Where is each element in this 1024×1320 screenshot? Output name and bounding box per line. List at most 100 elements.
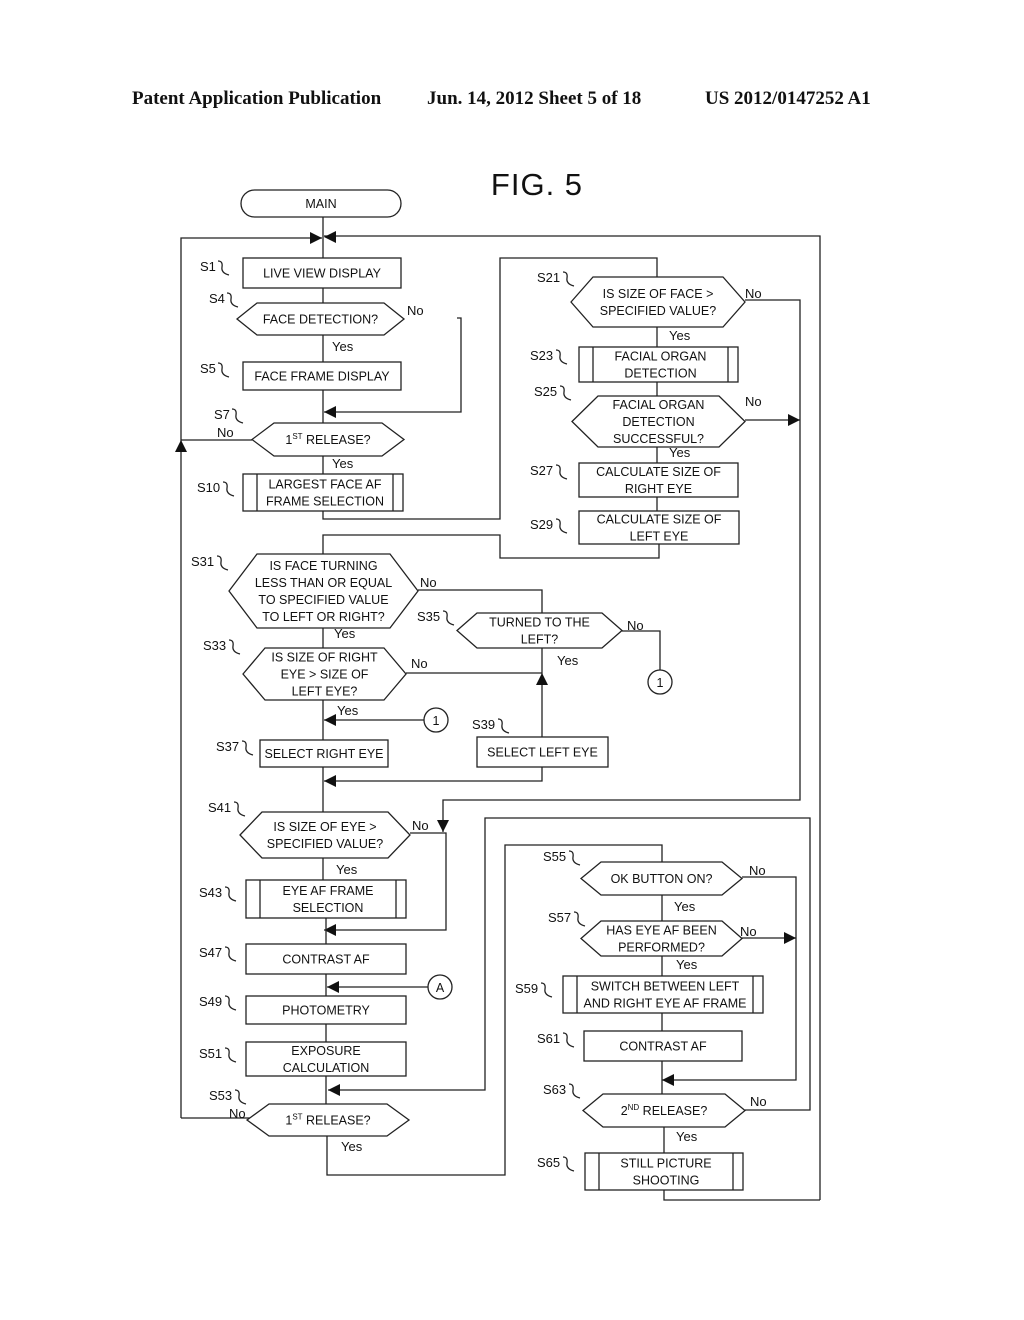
step-label-s55: S55 [543, 849, 566, 864]
terminator-label: MAIN [305, 197, 336, 211]
step-label-s43: S43 [199, 885, 222, 900]
step-text: PHOTOMETRY [282, 1004, 370, 1018]
step-text: SPECIFIED VALUE? [267, 837, 384, 851]
leader-line [497, 718, 510, 734]
leader-line [241, 740, 254, 756]
leader-line [559, 385, 572, 401]
arrowhead-right-icon [784, 932, 796, 944]
leader-line [234, 1089, 247, 1105]
yes-label: Yes [341, 1139, 363, 1154]
step-text: FACIAL ORGAN [613, 398, 705, 412]
step-text: FACIAL ORGAN [615, 350, 707, 364]
flow-shapes: MAIN LIVE VIEW DISPLAY S1 FACE DETECTION? S4… [191, 189, 767, 1191]
step-text: FRAME SELECTION [266, 495, 384, 509]
leader-line [568, 850, 581, 866]
step-text: LEFT EYE? [292, 685, 358, 699]
step-label-s35: S35 [417, 609, 440, 624]
connector-label: 1 [433, 714, 440, 728]
step-label-s37: S37 [216, 739, 239, 754]
step-label-s53: S53 [209, 1088, 232, 1103]
step-label-s29: S29 [530, 517, 553, 532]
step-label-s63: S63 [543, 1082, 566, 1097]
yes-label: Yes [669, 328, 691, 343]
step-text: TURNED TO THE [489, 616, 590, 630]
step-label-s27: S27 [530, 463, 553, 478]
flow-line [324, 767, 543, 782]
step-text: SPECIFIED VALUE? [600, 304, 717, 318]
connector-label: 1 [657, 676, 664, 690]
step-text: LIVE VIEW DISPLAY [263, 267, 382, 281]
step-text: DETECTION [622, 415, 694, 429]
step-label-s1: S1 [200, 259, 216, 274]
leader-line [224, 886, 237, 902]
step-label-s7: S7 [214, 407, 230, 422]
no-label: No [412, 818, 429, 833]
leader-line [555, 464, 568, 480]
leader-line [562, 1032, 575, 1048]
leader-line [224, 995, 237, 1011]
step-text: OK BUTTON ON? [611, 872, 713, 886]
no-label: No [411, 656, 428, 671]
step-text: LEFT EYE [630, 530, 689, 544]
step-text: AND RIGHT EYE AF FRAME [584, 997, 747, 1011]
step-text: TO LEFT OR RIGHT? [262, 610, 385, 624]
decision-hexagon [570, 276, 746, 328]
step-s41 [239, 811, 411, 859]
leader-line [562, 271, 575, 287]
step-text: LESS THAN OR EQUAL [255, 576, 392, 590]
step-text: CONTRAST AF [619, 1040, 707, 1054]
leader-line [224, 1047, 237, 1063]
yes-label: Yes [332, 339, 354, 354]
step-label-s47: S47 [199, 945, 222, 960]
decision-hexagon [239, 811, 411, 859]
step-text: EXPOSURE [291, 1044, 360, 1058]
step-label-s51: S51 [199, 1046, 222, 1061]
leader-line [233, 801, 246, 817]
step-text: SELECTION [293, 901, 364, 915]
step-text: TO SPECIFIED VALUE [258, 593, 388, 607]
no-label: No [420, 575, 437, 590]
leader-line [224, 946, 237, 962]
arrowhead-left-icon [324, 406, 336, 418]
arrowhead-down-icon [437, 820, 449, 832]
step-text: SELECT LEFT EYE [487, 746, 598, 760]
yes-label: Yes [334, 626, 356, 641]
no-label: No [745, 394, 762, 409]
step-label-s31: S31 [191, 554, 214, 569]
step-text: FACE FRAME DISPLAY [254, 370, 390, 384]
leader-line [217, 362, 230, 378]
step-label-s23: S23 [530, 348, 553, 363]
arrowhead-left-icon [324, 775, 336, 787]
yes-label: Yes [332, 456, 354, 471]
step-label-s49: S49 [199, 994, 222, 1009]
leader-line [573, 911, 586, 927]
yes-label: Yes [676, 1129, 698, 1144]
figure-title: FIG. 5 [491, 167, 583, 202]
step-text: LARGEST FACE AF [268, 478, 381, 492]
flowchart: FIG. 5 MAIN LIVE VIEW DISPLAY S1 FACE DETEC… [175, 167, 821, 1201]
arrowhead-up-icon [536, 673, 548, 685]
step-label-s25: S25 [534, 384, 557, 399]
step-text: IS SIZE OF RIGHT [271, 651, 378, 665]
no-label: No [627, 618, 644, 633]
step-text: HAS EYE AF BEEN [606, 924, 716, 938]
leader-line [555, 518, 568, 534]
step-text: SELECT RIGHT EYE [264, 747, 383, 761]
step-label-s41: S41 [208, 800, 231, 815]
step-text: DETECTION [624, 367, 696, 381]
no-label: No [749, 863, 766, 878]
leader-line [540, 982, 553, 998]
flow-line [663, 1190, 820, 1201]
leader-line [442, 610, 455, 626]
leader-line [216, 555, 229, 571]
step-s21 [570, 276, 746, 328]
step-label-s4: S4 [209, 291, 225, 306]
step-text: IS FACE TURNING [269, 559, 377, 573]
step-text: IS SIZE OF EYE > [273, 820, 376, 834]
step-text: EYE > SIZE OF [281, 668, 369, 682]
step-label-s39: S39 [472, 717, 495, 732]
yes-label: Yes [337, 703, 359, 718]
arrowhead-left-icon [662, 1074, 674, 1086]
yes-label: Yes [669, 445, 691, 460]
step-text: CALCULATION [283, 1061, 370, 1075]
